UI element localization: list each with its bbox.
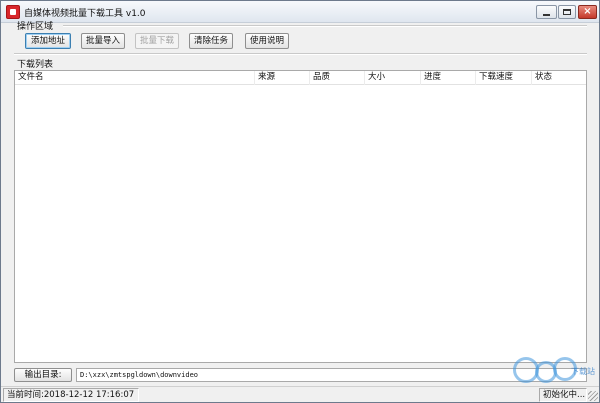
watermark-text: 下载站: [571, 367, 595, 376]
column-header-size[interactable]: 大小: [365, 71, 421, 85]
download-list-label: 下载列表: [17, 60, 54, 70]
column-header-quality[interactable]: 品质: [310, 71, 365, 85]
list-header: 文件名 来源 品质 大小 进度 下载速度 状态: [15, 71, 586, 85]
operations-label: 操作区域: [17, 22, 54, 32]
watermark-logo: 下载站: [513, 353, 597, 389]
list-body[interactable]: [15, 86, 586, 362]
resize-grip-icon[interactable]: [588, 391, 598, 401]
maximize-button[interactable]: [558, 5, 576, 19]
output-path-field[interactable]: D:\xzx\zmtspgldown\downvideo: [76, 368, 587, 382]
add-url-button[interactable]: 添加地址: [25, 33, 71, 49]
app-logo-icon: [6, 5, 20, 19]
column-header-progress[interactable]: 进度: [421, 71, 476, 85]
minimize-button[interactable]: [536, 5, 557, 19]
current-time-text: 当前时间:2018-12-12 17:16:07: [3, 388, 139, 402]
download-list[interactable]: 文件名 来源 品质 大小 进度 下载速度 状态: [14, 70, 587, 363]
column-header-status[interactable]: 状态: [532, 71, 586, 85]
status-bar: 当前时间:2018-12-12 17:16:07 初始化中...: [1, 386, 599, 402]
batch-download-button[interactable]: 批量下载: [135, 33, 179, 49]
column-header-speed[interactable]: 下载速度: [476, 71, 532, 85]
close-button[interactable]: ×: [578, 5, 597, 19]
operations-divider: [63, 25, 587, 27]
column-header-filename[interactable]: 文件名: [15, 71, 255, 85]
operations-bottom-divider: [14, 53, 587, 55]
column-header-source[interactable]: 来源: [255, 71, 310, 85]
batch-import-button[interactable]: 批量导入: [81, 33, 125, 49]
title-bar[interactable]: 自媒体视频批量下载工具 v1.0: [1, 1, 599, 23]
close-icon: ×: [583, 6, 592, 17]
minimize-icon: [543, 13, 550, 16]
main-window: 自媒体视频批量下载工具 v1.0 × 操作区域 添加地址 批量导入 批量下载 清…: [0, 0, 600, 403]
maximize-icon: [563, 9, 571, 15]
help-button[interactable]: 使用说明: [245, 33, 289, 49]
status-text: 初始化中...: [539, 388, 587, 402]
window-title: 自媒体视频批量下载工具 v1.0: [24, 9, 146, 19]
output-directory-button[interactable]: 输出目录:: [14, 368, 72, 382]
clear-tasks-button[interactable]: 清除任务: [189, 33, 233, 49]
